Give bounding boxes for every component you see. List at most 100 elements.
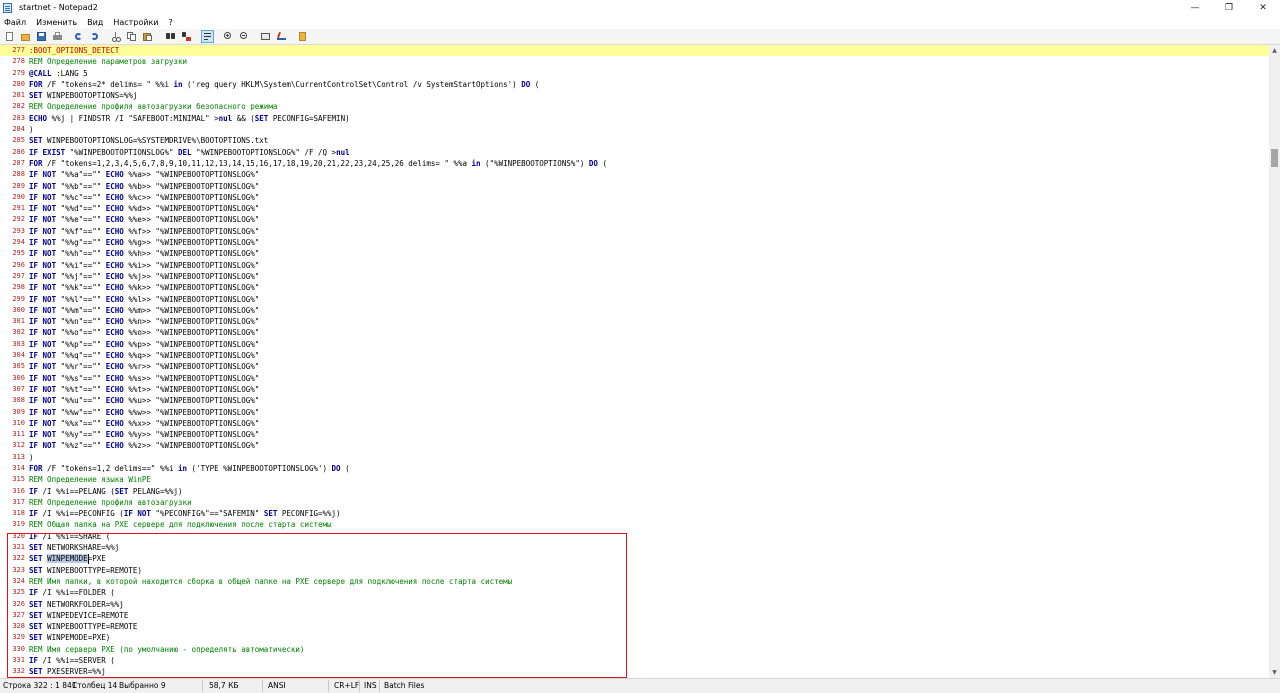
code-line[interactable]: 332 SET PXESERVER=%%j [0, 666, 1269, 677]
code-line[interactable]: 329 SET WINPEMODE=PXE) [0, 632, 1269, 643]
code-line[interactable]: 279 @CALL :LANG 5 [0, 68, 1269, 79]
code-line[interactable]: 321 SET NETWORKSHARE=%%j [0, 542, 1269, 553]
undo-icon[interactable] [73, 31, 84, 42]
maximize-button[interactable]: ❐ [1212, 0, 1246, 15]
code-line[interactable]: 292 IF NOT "%%e"=="" ECHO %%e>> "%WINPEBO… [0, 214, 1269, 225]
code-line[interactable]: 296 IF NOT "%%i"=="" ECHO %%i>> "%WINPEBO… [0, 260, 1269, 271]
menu-edit[interactable]: Изменить [36, 18, 77, 27]
paste-icon[interactable] [142, 31, 153, 42]
menu-file[interactable]: Файл [4, 18, 26, 27]
cut-icon[interactable] [110, 31, 121, 42]
code-line[interactable]: 282 REM Определение профиля автозагрузки … [0, 101, 1269, 112]
zoom-in-icon[interactable] [223, 31, 234, 42]
code-line[interactable]: 281 SET WINPEBOOTOPTIONS=%%j [0, 90, 1269, 101]
code-line[interactable]: 305 IF NOT "%%r"=="" ECHO %%r>> "%WINPEBO… [0, 361, 1269, 372]
code-line[interactable]: 315 REM Определение языка WinPE [0, 474, 1269, 485]
code-line[interactable]: 299 IF NOT "%%l"=="" ECHO %%l>> "%WINPEBO… [0, 294, 1269, 305]
code-line[interactable]: 298 IF NOT "%%k"=="" ECHO %%k>> "%WINPEBO… [0, 282, 1269, 293]
code-line[interactable]: 300 IF NOT "%%m"=="" ECHO %%m>> "%WINPEBO… [0, 305, 1269, 316]
line-text: IF NOT "%%t"=="" ECHO %%t>> "%WINPEBOOTO… [29, 384, 260, 394]
code-line[interactable]: 280 FOR /F "tokens=2* delims= " %%i in ('… [0, 79, 1269, 90]
line-text: REM Имя папки, в которой находится сборк… [29, 576, 513, 586]
code-line[interactable]: 289 IF NOT "%%b"=="" ECHO %%b>> "%WINPEBO… [0, 181, 1269, 192]
code-line[interactable]: 278 REM Определение параметров загрузки [0, 56, 1269, 67]
code-line[interactable]: 291 IF NOT "%%d"=="" ECHO %%d>> "%WINPEBO… [0, 203, 1269, 214]
code-line[interactable]: 316 IF /I %%i==PELANG (SET PELANG=%%j) [0, 486, 1269, 497]
code-line[interactable]: 331 IF /I %%i==SERVER ( [0, 655, 1269, 666]
code-line[interactable]: 326 SET NETWORKFOLDER=%%j [0, 599, 1269, 610]
favorites-icon[interactable] [297, 31, 308, 42]
status-position: Строка 322 : 1 841 [3, 681, 77, 690]
code-line[interactable]: 301 IF NOT "%%n"=="" ECHO %%n>> "%WINPEBO… [0, 316, 1269, 327]
code-line[interactable]: 309 IF NOT "%%w"=="" ECHO %%w>> "%WINPEBO… [0, 407, 1269, 418]
code-line[interactable]: 330 REM Имя сервера PXE (по умолчанию - о… [0, 644, 1269, 655]
menu-settings[interactable]: Настройки [113, 18, 158, 27]
line-text: IF NOT "%%b"=="" ECHO %%b>> "%WINPEBOOTO… [29, 181, 260, 191]
line-text: IF NOT "%%w"=="" ECHO %%w>> "%WINPEBOOTO… [29, 407, 260, 417]
code-line[interactable]: 286 IF EXIST "%WINPEBOOTOPTIONSLOG%" DEL … [0, 147, 1269, 158]
code-line[interactable]: 310 IF NOT "%%x"=="" ECHO %%x>> "%WINPEBO… [0, 418, 1269, 429]
code-line[interactable]: 303 IF NOT "%%p"=="" ECHO %%p>> "%WINPEBO… [0, 339, 1269, 350]
status-scheme[interactable]: Batch Files [384, 681, 424, 690]
status-encoding[interactable]: ANSI [268, 681, 286, 690]
code-line[interactable]: 311 IF NOT "%%y"=="" ECHO %%y>> "%WINPEBO… [0, 429, 1269, 440]
line-number: 307 [12, 384, 25, 393]
code-line[interactable]: 319 REM Общая папка на PXE сервере для по… [0, 519, 1269, 530]
code-line[interactable]: 328 SET WINPEBOOTTYPE=REMOTE [0, 621, 1269, 632]
close-button[interactable]: ✕ [1246, 0, 1280, 15]
print-icon[interactable] [52, 31, 63, 42]
zoom-out-icon[interactable] [239, 31, 250, 42]
status-insert-mode[interactable]: INS [364, 681, 377, 690]
code-line[interactable]: 323 SET WINPEBOOTTYPE=REMOTE) [0, 565, 1269, 576]
code-line[interactable]: 294 IF NOT "%%g"=="" ECHO %%g>> "%WINPEBO… [0, 237, 1269, 248]
line-text: IF NOT "%%g"=="" ECHO %%g>> "%WINPEBOOTO… [29, 238, 260, 248]
redo-icon[interactable] [89, 31, 100, 42]
code-line[interactable]: 285 SET WINPEBOOTOPTIONSLOG=%SYSTEMDRIVE%… [0, 135, 1269, 146]
code-line[interactable]: 306 IF NOT "%%s"=="" ECHO %%s>> "%WINPEBO… [0, 373, 1269, 384]
new-file-icon[interactable] [4, 31, 15, 42]
editor-area[interactable]: 277:BOOT_OPTIONS_DETECT 278 REM Определени… [0, 45, 1269, 678]
code-line[interactable]: 314 FOR /F "tokens=1,2 delims==" %%i in (… [0, 463, 1269, 474]
menu-view[interactable]: Вид [87, 18, 103, 27]
word-wrap-icon[interactable] [201, 30, 214, 43]
line-number: 328 [12, 622, 25, 631]
menu-help[interactable]: ? [169, 18, 173, 27]
settings-icon[interactable] [276, 31, 287, 42]
code-line[interactable]: 327 SET WINPEDEVICE=REMOTE [0, 610, 1269, 621]
code-line[interactable]: 288 IF NOT "%%a"=="" ECHO %%a>> "%WINPEBO… [0, 169, 1269, 180]
scroll-down-icon[interactable]: ▼ [1269, 667, 1280, 678]
code-line[interactable]: 312 IF NOT "%%z"=="" ECHO %%z>> "%WINPEBO… [0, 440, 1269, 451]
scroll-up-icon[interactable]: ▲ [1269, 45, 1280, 56]
code-line[interactable]: 284) [0, 124, 1269, 135]
code-line[interactable]: 304 IF NOT "%%q"=="" ECHO %%q>> "%WINPEBO… [0, 350, 1269, 361]
scrollbar-thumb[interactable] [1271, 149, 1278, 167]
code-line[interactable]: 302 IF NOT "%%o"=="" ECHO %%o>> "%WINPEBO… [0, 327, 1269, 338]
code-line[interactable]: 290 IF NOT "%%c"=="" ECHO %%c>> "%WINPEBO… [0, 192, 1269, 203]
code-line[interactable]: 313) [0, 452, 1269, 463]
scheme-icon[interactable] [260, 31, 271, 42]
save-icon[interactable] [36, 31, 47, 42]
code-line[interactable]: 297 IF NOT "%%j"=="" ECHO %%j>> "%WINPEBO… [0, 271, 1269, 282]
code-line[interactable]: 324 REM Имя папки, в которой находится сб… [0, 576, 1269, 587]
line-number: 312 [12, 441, 25, 450]
replace-icon[interactable] [181, 31, 192, 42]
code-line[interactable]: 295 IF NOT "%%h"=="" ECHO %%h>> "%WINPEBO… [0, 248, 1269, 259]
vertical-scrollbar[interactable]: ▲ ▼ [1269, 45, 1280, 678]
status-eol[interactable]: CR+LF [334, 681, 359, 690]
code-line[interactable]: 307 IF NOT "%%t"=="" ECHO %%t>> "%WINPEBO… [0, 384, 1269, 395]
code-line[interactable]: 317 REM Определение профиля автозагрузки [0, 497, 1269, 508]
code-line[interactable]: 322 SET WINPEMODE=PXE [0, 553, 1269, 564]
code-line[interactable]: 318 IF /I %%i==PECONFIG (IF NOT "%PECONFI… [0, 508, 1269, 519]
open-folder-icon[interactable] [20, 31, 31, 42]
copy-icon[interactable] [126, 31, 137, 42]
code-line[interactable]: 277:BOOT_OPTIONS_DETECT [0, 45, 1269, 57]
code-line[interactable]: 325 IF /I %%i==FOLDER ( [0, 587, 1269, 598]
code-line[interactable]: 287 FOR /F "tokens=1,2,3,4,5,6,7,8,9,10,1… [0, 158, 1269, 169]
code-line[interactable]: 293 IF NOT "%%f"=="" ECHO %%f>> "%WINPEBO… [0, 226, 1269, 237]
code-line[interactable]: 283 ECHO %%j | FINDSTR /I "SAFEBOOT:MINIM… [0, 113, 1269, 124]
line-text: FOR /F "tokens=2* delims= " %%i in ('reg… [29, 79, 540, 89]
find-icon[interactable] [165, 31, 176, 42]
code-line[interactable]: 320 IF /I %%i==SHARE ( [0, 531, 1269, 542]
code-line[interactable]: 308 IF NOT "%%u"=="" ECHO %%u>> "%WINPEBO… [0, 395, 1269, 406]
minimize-button[interactable]: — [1178, 0, 1212, 15]
